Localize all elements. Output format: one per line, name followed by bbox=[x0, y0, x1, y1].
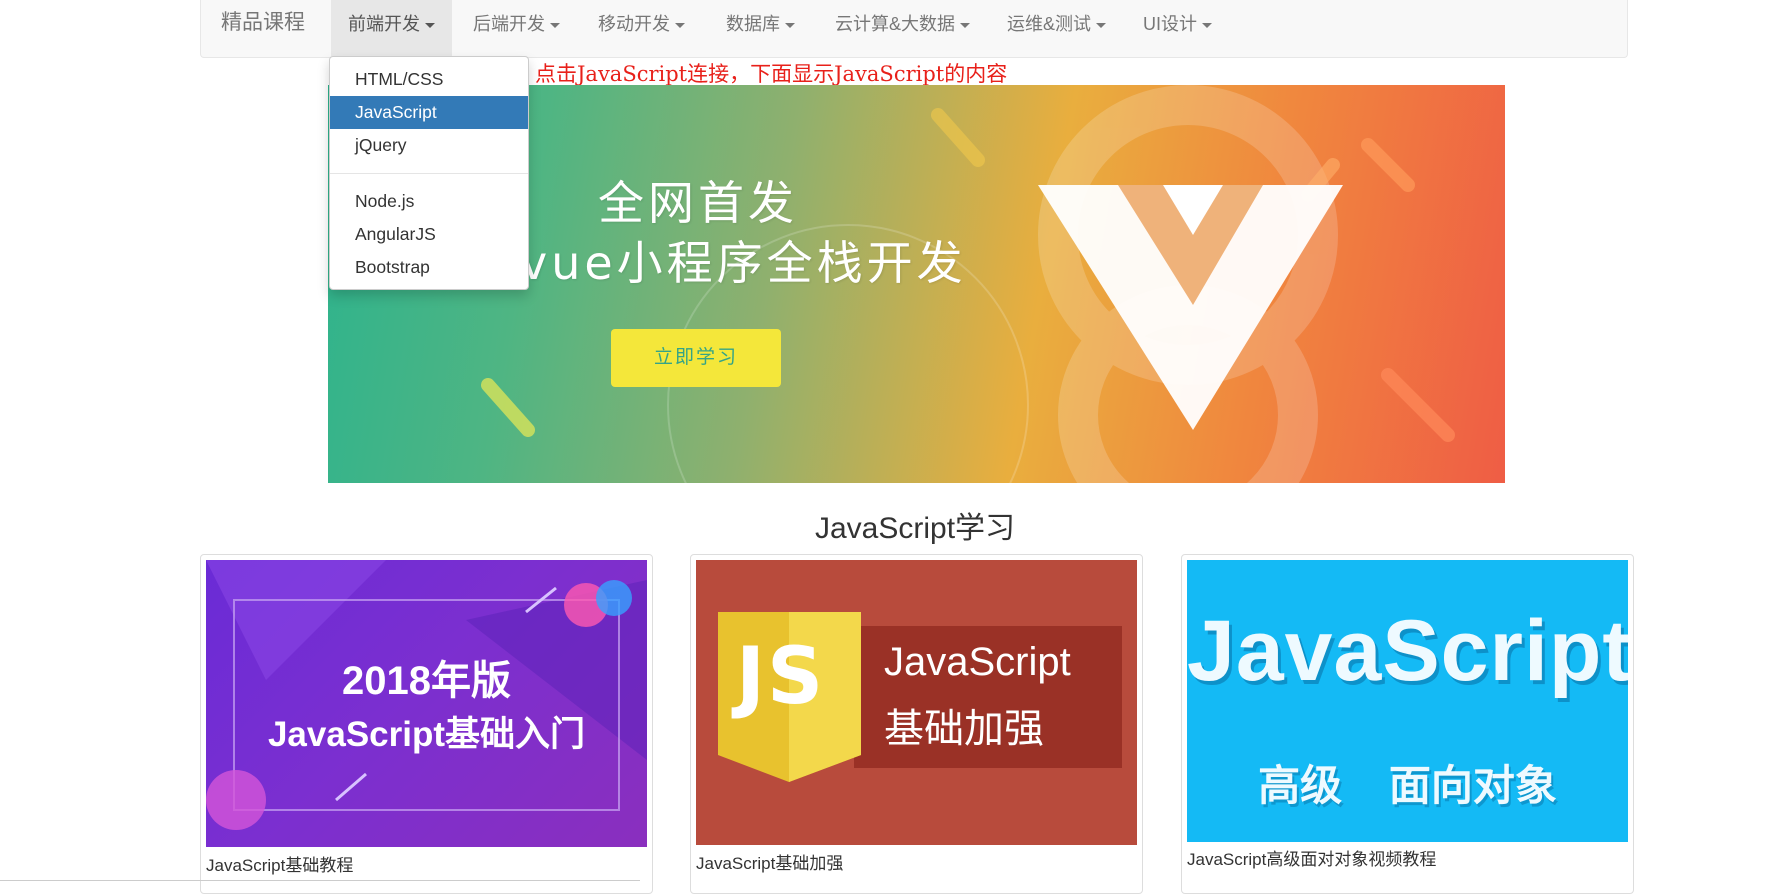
dropdown-divider bbox=[330, 173, 528, 174]
banner-title-line1: 全网首发 bbox=[598, 176, 798, 230]
nav-item-mobile[interactable]: 移动开发 bbox=[581, 0, 702, 56]
course-thumbnail-3[interactable]: JavaScript 高级 面向对象 bbox=[1187, 560, 1628, 842]
nav-item-database[interactable]: 数据库 bbox=[709, 0, 812, 56]
dropdown-item-bootstrap[interactable]: Bootstrap bbox=[330, 251, 528, 284]
caret-down-icon bbox=[1096, 22, 1107, 28]
nav-item-cloud-bigdata[interactable]: 云计算&大数据 bbox=[818, 0, 987, 56]
nav-item-ui-design[interactable]: UI设计 bbox=[1126, 0, 1229, 56]
course-card-2[interactable]: JS JavaScript 基础加强 JavaScript基础加强 bbox=[690, 554, 1143, 894]
card2-image-line1: JavaScript bbox=[884, 640, 1071, 684]
top-navbar: 精品课程 前端开发 后端开发 移动开发 数据库 云计算&大数据 运维&测试 UI… bbox=[200, 0, 1628, 58]
course-caption-2[interactable]: JavaScript基础加强 bbox=[696, 849, 843, 874]
card2-image-line2: 基础加强 bbox=[884, 707, 1044, 751]
js-badge-text: JS bbox=[736, 632, 826, 722]
caret-down-icon bbox=[1202, 22, 1212, 28]
nav-item-backend[interactable]: 后端开发 bbox=[456, 0, 577, 56]
course-card-1[interactable]: 2018年版 JavaScript基础入门 JavaScript基础教程 bbox=[200, 554, 653, 894]
course-thumbnail-1[interactable]: 2018年版 JavaScript基础入门 bbox=[206, 560, 647, 847]
course-card-3[interactable]: JavaScript 高级 面向对象 JavaScript高级面对对象视频教程 bbox=[1181, 554, 1634, 894]
course-caption-1[interactable]: JavaScript基础教程 bbox=[206, 851, 353, 876]
course-thumbnail-2[interactable]: JS JavaScript 基础加强 bbox=[696, 560, 1137, 845]
dropdown-item-jquery[interactable]: jQuery bbox=[330, 129, 528, 162]
nav-item-frontend[interactable]: 前端开发 bbox=[331, 0, 452, 56]
caret-down-icon bbox=[675, 22, 685, 28]
navbar-brand[interactable]: 精品课程 bbox=[221, 0, 305, 56]
card1-image-line1: 2018年版 bbox=[342, 659, 511, 703]
banner-title-line2: vue小程序全栈开发 bbox=[520, 236, 967, 290]
caret-down-icon bbox=[550, 22, 560, 28]
card3-image-line1: JavaScript bbox=[1187, 603, 1628, 699]
frontend-dropdown-menu: HTML/CSS JavaScript jQuery Node.js Angul… bbox=[329, 56, 529, 290]
dropdown-item-angularjs[interactable]: AngularJS bbox=[330, 218, 528, 251]
section-title: JavaScript学习 bbox=[814, 512, 1016, 545]
card3-image-line2: 高级 面向对象 bbox=[1258, 762, 1557, 809]
caret-down-icon bbox=[960, 22, 971, 28]
caret-down-icon bbox=[785, 22, 795, 28]
instruction-note: 点击JavaScript连接，下面显示JavaScript的内容 bbox=[535, 62, 1008, 86]
dropdown-item-html-css[interactable]: HTML/CSS bbox=[330, 63, 528, 96]
dropdown-item-nodejs[interactable]: Node.js bbox=[330, 185, 528, 218]
nav-item-ops-testing[interactable]: 运维&测试 bbox=[990, 0, 1123, 56]
card1-image-line2: JavaScript基础入门 bbox=[267, 715, 586, 754]
dropdown-item-javascript[interactable]: JavaScript bbox=[330, 96, 528, 129]
caret-down-icon bbox=[425, 22, 435, 28]
learn-now-button[interactable]: 立即学习 bbox=[611, 329, 781, 387]
course-caption-3[interactable]: JavaScript高级面对对象视频教程 bbox=[1187, 845, 1436, 870]
